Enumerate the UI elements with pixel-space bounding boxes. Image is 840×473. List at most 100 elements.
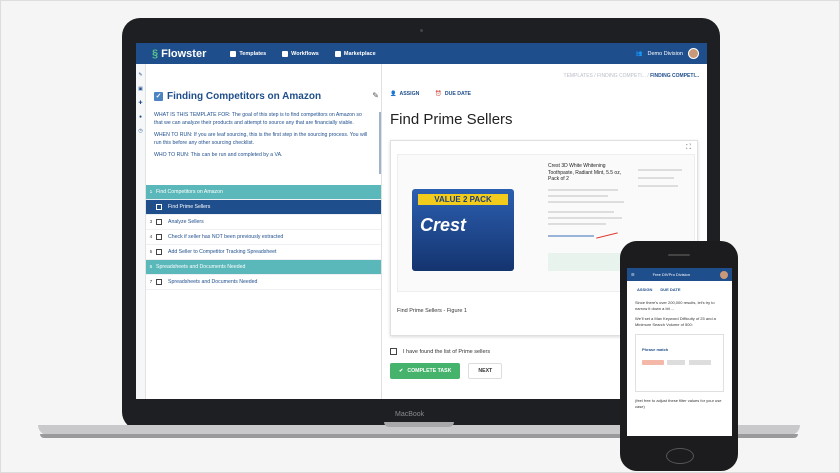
complete-task-button[interactable]: ✔ COMPLETE TASK <box>390 363 461 379</box>
avatar[interactable] <box>688 48 699 59</box>
template-description: WHAT IS THIS TEMPLATE FOR: The goal of t… <box>154 112 381 174</box>
workflows-icon <box>282 50 289 57</box>
laptop-camera <box>420 29 423 32</box>
confirmation-label: I have found the list of Prime sellers <box>403 348 491 355</box>
filter-chip[interactable] <box>642 360 664 365</box>
buy-box-line <box>638 169 682 171</box>
step-number: 2 <box>149 204 153 210</box>
step-list: 1 Find Competitors on Amazon 2 Find Prime … <box>146 185 382 290</box>
phone-filter-text: We'll set a Max Keyword Difficulty of 25… <box>635 316 716 327</box>
template-title-row: ✓ Finding Competitors on Amazon <box>154 91 381 102</box>
confirmation-checkbox[interactable] <box>390 348 397 355</box>
checklist-icon: ✓ <box>154 92 163 101</box>
step-actions: 👤 ASSIGN ⏰ DUE DATE <box>390 91 702 97</box>
due-date-label: DUE DATE <box>444 91 471 97</box>
nav-marketplace[interactable]: Marketplace <box>334 50 376 57</box>
step-row[interactable]: 4 Check if seller has NOT been previously… <box>146 230 382 245</box>
step-number: 7 <box>149 279 153 285</box>
team-icon: 👥 <box>635 50 643 57</box>
user-menu[interactable]: 👥 Demo Division <box>636 48 699 59</box>
hamburger-icon[interactable]: ☰ <box>631 272 635 277</box>
product-title: Crest 3D White Whitening Toothpaste, Rad… <box>548 163 622 182</box>
step-checkbox[interactable] <box>156 279 162 285</box>
value-pack-banner: VALUE 2 PACK <box>418 194 508 205</box>
step-checkbox[interactable] <box>156 204 162 210</box>
clock-icon[interactable]: ◷ <box>136 128 145 134</box>
laptop-notch <box>384 422 454 427</box>
breadcrumb: TEMPLATES / FINDING COMPETI... / FINDING… <box>564 73 699 79</box>
phone-topbar: ☰ Free DIVPro Division <box>627 268 732 281</box>
step-label: Find Prime Sellers <box>168 204 211 210</box>
product-text-line <box>548 189 618 191</box>
phone-figure-card: Phrase match <box>635 334 724 392</box>
step-checkbox[interactable] <box>156 219 162 225</box>
product-text-line <box>548 211 614 213</box>
step-checkbox[interactable] <box>156 249 162 255</box>
description-paragraph: WHO TO RUN: This can be run and complete… <box>154 152 283 159</box>
step-label: Analyze Sellers <box>168 219 204 225</box>
phone-intro-text: Since there's over 200,000 results, let'… <box>635 300 715 311</box>
step-number: 3 <box>149 219 153 225</box>
due-date-button[interactable]: ⏰ DUE DATE <box>435 91 471 97</box>
crest-logo: Crest <box>420 215 467 235</box>
filter-chip[interactable] <box>689 360 711 365</box>
step-label: Spreadsheets and Documents Needed <box>168 279 258 285</box>
brand-name: Flowster <box>161 47 207 60</box>
phone-footer-text: (feel free to adjust these filter values… <box>635 398 722 409</box>
figure-caption: Find Prime Sellers - Figure 1 <box>397 308 467 314</box>
pencil-icon[interactable]: ✎ <box>372 91 379 100</box>
step-label: Add Seller to Competitor Tracking Spread… <box>168 249 277 255</box>
step-section-row[interactable]: 1 Find Competitors on Amazon <box>146 185 382 200</box>
nav-templates[interactable]: Templates <box>230 50 266 57</box>
phone-speaker <box>668 254 690 256</box>
phone-actions: ASSIGN DUE DATE <box>627 281 732 298</box>
phone-division: Free DIVPro Division <box>652 272 690 277</box>
step-row[interactable]: 5 Add Seller to Competitor Tracking Sprea… <box>146 245 382 260</box>
filter-chip[interactable] <box>667 360 685 365</box>
buy-box-line <box>638 185 678 187</box>
step-number: 4 <box>149 234 153 240</box>
user-division: Demo Division <box>647 50 683 57</box>
assign-button[interactable]: 👤 ASSIGN <box>390 91 419 97</box>
product-text-line <box>548 223 606 225</box>
complete-task-label: COMPLETE TASK <box>407 368 452 374</box>
product-text-line <box>548 217 622 219</box>
step-label: Spreadsheets and Documents Needed <box>156 264 246 270</box>
add-icon[interactable]: ✚ <box>136 100 145 106</box>
nav-workflows[interactable]: Workflows <box>282 50 319 57</box>
step-section-row[interactable]: 6 Spreadsheets and Documents Needed <box>146 260 382 275</box>
description-paragraph: WHEN TO RUN: If you are leaf sourcing, t… <box>154 132 368 146</box>
person-icon[interactable]: ● <box>136 114 145 120</box>
expand-icon[interactable]: ⛶ <box>686 144 691 152</box>
phone-home-button[interactable] <box>666 448 694 464</box>
edit-icon[interactable]: ✎ <box>136 72 145 78</box>
nav-marketplace-label: Marketplace <box>343 50 376 57</box>
phone-due-date-button[interactable]: DUE DATE <box>660 287 680 292</box>
templates-icon <box>230 50 237 57</box>
red-arrow-annotation <box>596 232 618 239</box>
next-button[interactable]: NEXT <box>468 363 503 379</box>
breadcrumb-current: FINDING COMPETI... <box>650 73 699 79</box>
print-icon[interactable]: ▣ <box>136 86 145 92</box>
phone-avatar[interactable] <box>720 270 728 279</box>
page-title: Finding Competitors on Amazon <box>167 91 322 102</box>
step-row[interactable]: 7 Spreadsheets and Documents Needed <box>146 275 382 290</box>
person-icon: 👤 <box>390 91 397 97</box>
flowster-logo[interactable]: § Flowster <box>152 48 206 60</box>
step-checkbox[interactable] <box>156 234 162 240</box>
breadcrumb-path[interactable]: TEMPLATES / FINDING COMPETI... / <box>564 73 649 79</box>
step-row-active[interactable]: 2 Find Prime Sellers <box>146 200 382 215</box>
step-row[interactable]: 3 Analyze Sellers <box>146 215 382 230</box>
marketplace-icon <box>334 50 341 57</box>
phone-screen: ☰ Free DIVPro Division ASSIGN DUE DATE S… <box>627 268 732 436</box>
check-circle-icon: ✔ <box>399 368 404 374</box>
step-number: 1 <box>149 189 153 195</box>
laptop-brand-label: MacBook <box>395 411 425 418</box>
phone-assign-button[interactable]: ASSIGN <box>637 287 652 292</box>
step-title: Find Prime Sellers <box>390 111 513 128</box>
step-label: Find Competitors on Amazon <box>156 189 223 195</box>
step-number: 5 <box>149 249 153 255</box>
step-label: Check if seller has NOT been previously … <box>168 234 284 240</box>
top-navbar: § Flowster Templates Workflows Marketpla… <box>136 43 707 64</box>
alarm-icon: ⏰ <box>435 91 442 97</box>
